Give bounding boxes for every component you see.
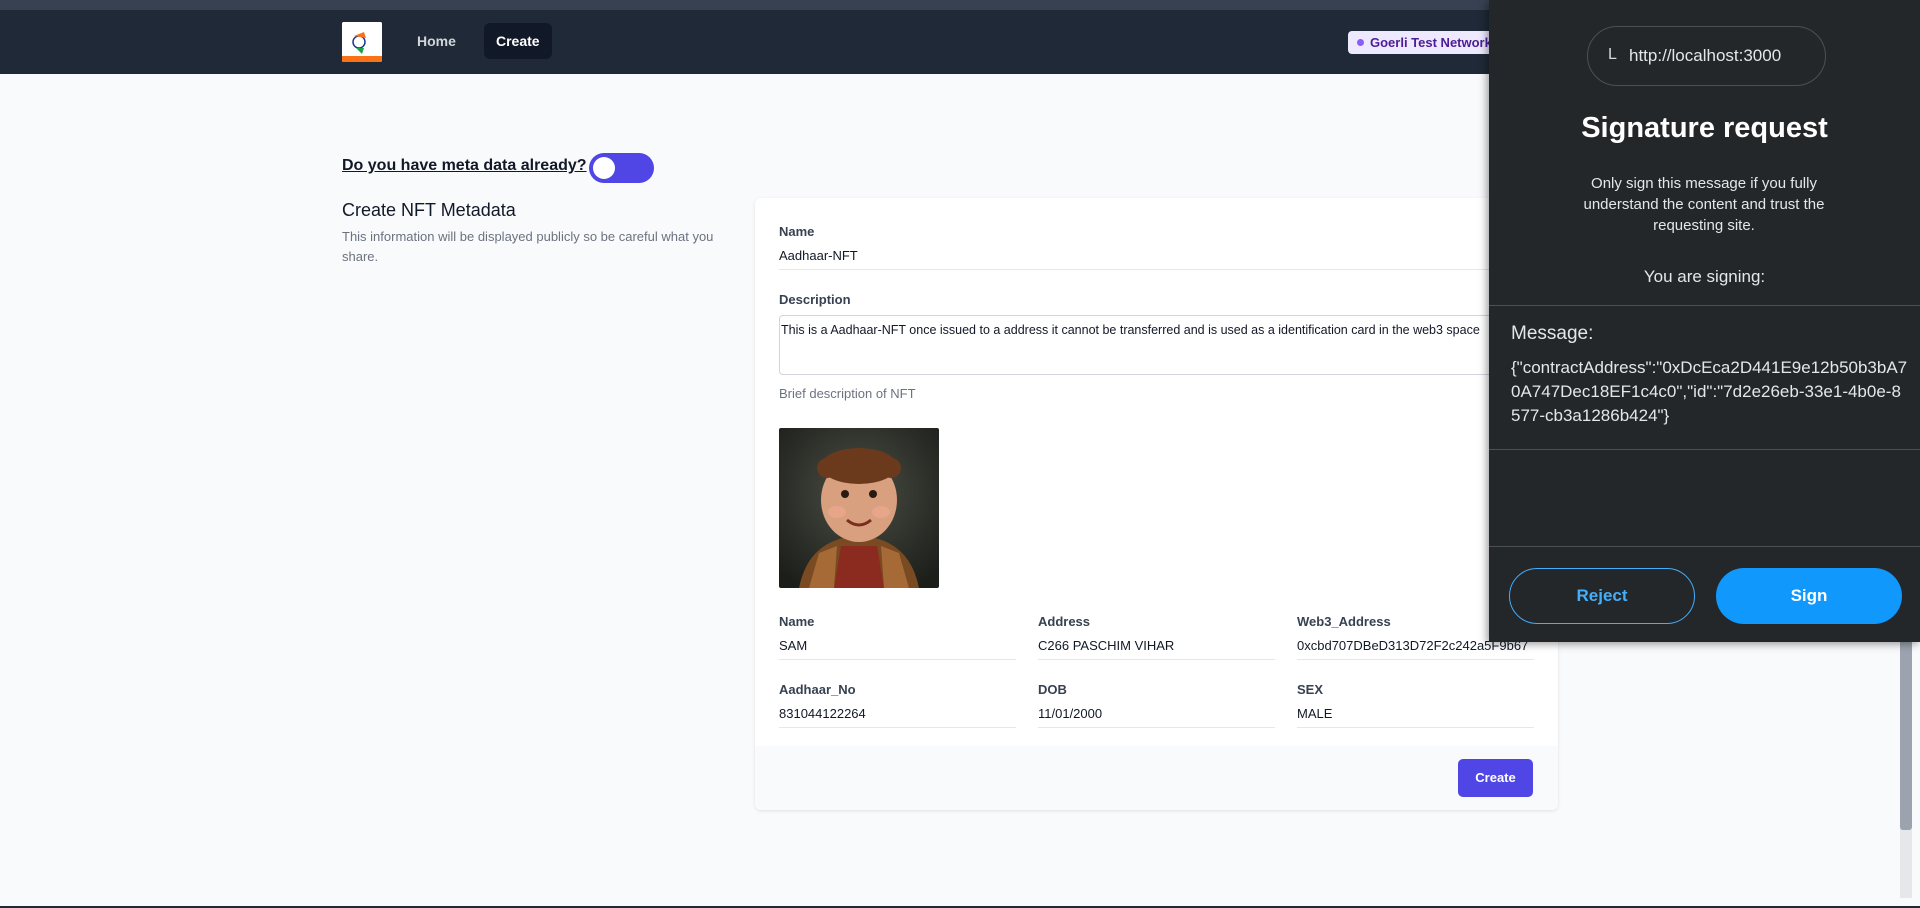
toggle-knob	[593, 157, 615, 179]
sign-button[interactable]: Sign	[1716, 568, 1902, 624]
attr-web3-address-label: Web3_Address	[1297, 614, 1391, 629]
nft-name-input[interactable]: Aadhaar-NFT	[779, 248, 1539, 270]
divider-middle	[1489, 449, 1920, 450]
network-dot-icon	[1357, 39, 1364, 46]
metadata-question: Do you have meta data already?	[342, 157, 587, 174]
network-name: Goerli Test Network	[1370, 35, 1492, 50]
attr-sex-input[interactable]: MALE	[1297, 706, 1534, 728]
reject-button[interactable]: Reject	[1509, 568, 1695, 624]
app-logo[interactable]	[342, 22, 382, 62]
signing-label: You are signing:	[1643, 267, 1766, 286]
attr-aadhaar-label: Aadhaar_No	[779, 682, 856, 697]
description-helper: Brief description of NFT	[779, 386, 916, 401]
attr-dob-label: DOB	[1038, 682, 1067, 697]
metadata-toggle[interactable]	[589, 153, 654, 183]
message-body: {"contractAddress":"0xDcEca2D441E9e12b50…	[1511, 358, 1908, 425]
card-footer: Create	[755, 746, 1558, 810]
nft-image	[779, 428, 939, 588]
section-description: This information will be displayed publi…	[342, 229, 714, 264]
signature-request-popup: L http://localhost:3000 Signature reques…	[1489, 0, 1920, 642]
description-textarea[interactable]: This is a Aadhaar-NFT once issued to a a…	[779, 315, 1539, 375]
divider-bottom	[1489, 546, 1920, 547]
message-label: Message:	[1511, 323, 1594, 344]
description-label: Description	[779, 292, 851, 307]
attr-sex-label: SEX	[1297, 682, 1324, 697]
attr-name-label: Name	[779, 614, 815, 629]
attr-name-input[interactable]: SAM	[779, 638, 1016, 660]
origin-pill: L http://localhost:3000	[1587, 26, 1826, 86]
attr-address-label: Address	[1038, 614, 1091, 629]
nav-home[interactable]: Home	[405, 23, 468, 59]
signature-description: Only sign this message if you fully unde…	[1583, 175, 1825, 234]
origin-url: http://localhost:3000	[1629, 46, 1782, 65]
network-badge[interactable]: Goerli Test Network	[1348, 31, 1502, 54]
signature-title: Signature request	[1581, 112, 1828, 144]
attr-address-input[interactable]: C266 PASCHIM VIHAR	[1038, 638, 1275, 660]
create-button[interactable]: Create	[1458, 759, 1533, 797]
section-title: Create NFT Metadata	[342, 200, 516, 220]
metadata-form-card: Name Aadhaar-NFT Description This is a A…	[755, 198, 1558, 810]
attr-dob-input[interactable]: 11/01/2000	[1038, 706, 1275, 728]
site-icon: L	[1608, 46, 1617, 63]
scrollbar-thumb[interactable]	[1900, 640, 1912, 830]
divider-top	[1489, 305, 1920, 306]
nft-name-label: Name	[779, 224, 815, 239]
nav-create[interactable]: Create	[484, 23, 552, 59]
attr-aadhaar-input[interactable]: 831044122264	[779, 706, 1016, 728]
